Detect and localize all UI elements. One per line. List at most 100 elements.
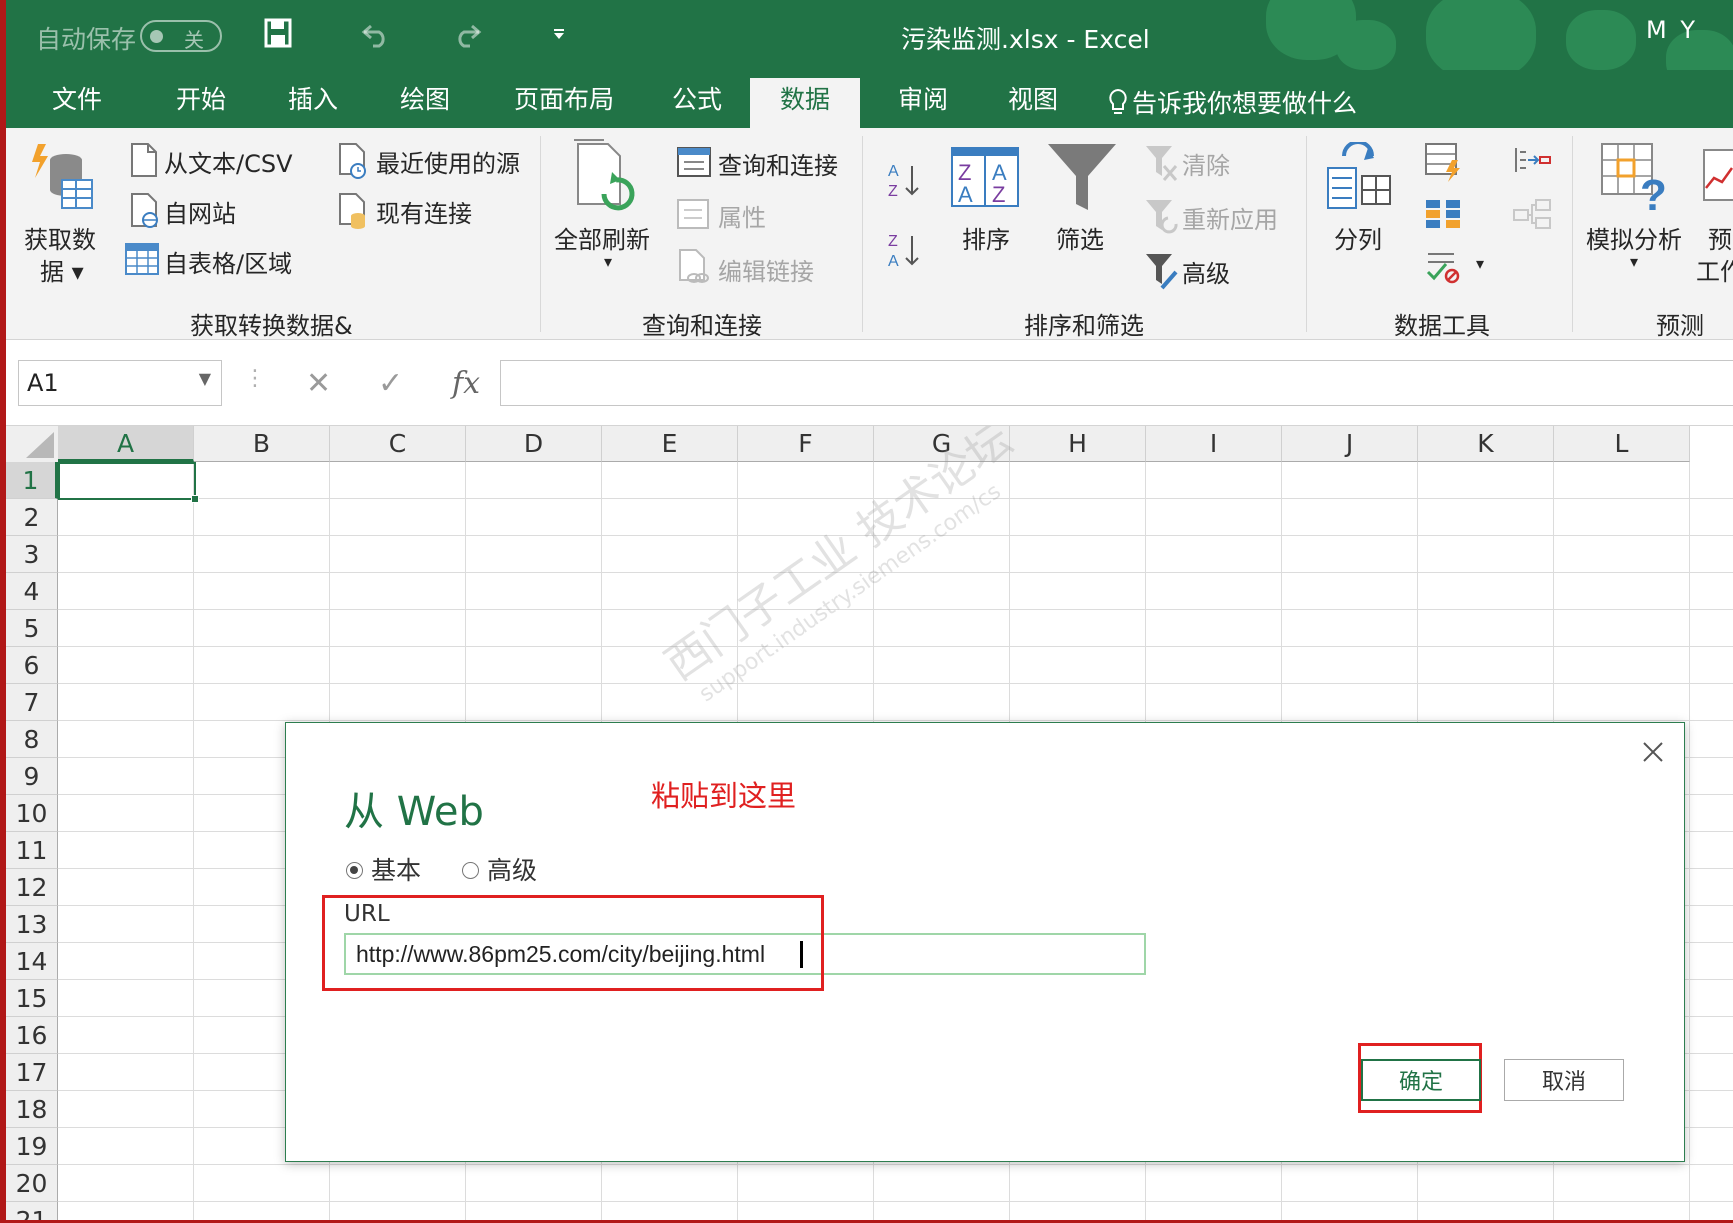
lightbulb-icon [1109,88,1127,114]
radio-unselected-icon [462,861,479,879]
chevron-down-icon[interactable]: ▼ [199,369,211,388]
formula-bar: A1 ▼ ⋮ ✕ ✓ fx [6,340,1733,426]
row-header[interactable]: 3 [6,536,58,573]
column-header[interactable]: H [1010,426,1146,462]
select-all-icon[interactable] [6,426,58,462]
row-header[interactable]: 14 [6,943,58,980]
row-header[interactable]: 8 [6,721,58,758]
selected-cell[interactable] [58,462,199,503]
tab-data[interactable]: 数据 [750,78,860,128]
clear-filter-icon [1146,146,1178,181]
column-header[interactable]: L [1554,426,1690,462]
autosave-toggle[interactable]: 关 [140,20,222,52]
group-separator [1306,136,1307,332]
radio-basic[interactable]: 基本 [346,851,421,887]
column-header[interactable]: C [330,426,466,462]
column-header[interactable]: I [1146,426,1282,462]
column-header[interactable]: F [738,426,874,462]
column-header[interactable]: A [58,426,194,462]
chevron-down-icon: ▾ [1630,252,1639,271]
row-header[interactable]: 6 [6,647,58,684]
sort-descending-icon[interactable]: Z A [886,230,922,270]
name-box[interactable]: A1 ▼ [18,360,222,406]
row-header[interactable]: 10 [6,795,58,832]
row-header[interactable]: 7 [6,684,58,721]
customize-toolbar-icon[interactable] [552,28,566,40]
radio-advanced[interactable]: 高级 [462,851,537,887]
row-header[interactable]: 18 [6,1091,58,1128]
background-decoration [1426,0,1536,70]
row-header[interactable]: 16 [6,1017,58,1054]
svg-text:?: ? [1640,171,1667,212]
existing-connections-icon [339,193,365,229]
row-header[interactable]: 4 [6,573,58,610]
data-validation-icon[interactable] [1424,248,1462,284]
save-icon[interactable] [264,18,292,48]
fill-handle[interactable] [191,495,199,503]
group-separator [862,136,863,332]
row-header[interactable]: 15 [6,980,58,1017]
refresh-all-label: 全部刷新 [554,226,650,254]
user-initials[interactable]: M Y [1646,16,1698,44]
recent-sources-icon [339,143,366,179]
tab-page-layout[interactable]: 页面布局 [500,78,628,128]
column-header[interactable]: J [1282,426,1418,462]
remove-duplicates-icon[interactable] [1424,196,1462,232]
tab-review[interactable]: 审阅 [884,78,962,128]
autosave-label: 自动保存 [36,25,137,54]
toggle-knob [150,30,163,43]
watermark: 西门子工业 技术论坛 support.industry.siemens.com/… [650,426,1037,713]
row-header[interactable]: 1 [6,462,58,499]
row-header[interactable]: 20 [6,1165,58,1202]
row-header[interactable]: 21 [6,1202,58,1220]
tab-formulas[interactable]: 公式 [658,78,736,128]
row-header[interactable]: 19 [6,1128,58,1165]
edit-links-icon [679,249,709,283]
row-header[interactable]: 11 [6,832,58,869]
row-header[interactable]: 5 [6,610,58,647]
column-header[interactable]: B [194,426,330,462]
watermark-main: 西门子工业 技术论坛 [656,426,1022,691]
chevron-down-icon[interactable]: ▾ [1476,254,1484,273]
tab-draw[interactable]: 绘图 [386,78,464,128]
column-header[interactable]: D [466,426,602,462]
tell-me-search[interactable]: 告诉我你想要做什么 [1108,84,1357,120]
ok-button[interactable]: 确定 [1361,1059,1481,1101]
radio-basic-label: 基本 [371,856,422,885]
row-header[interactable]: 12 [6,869,58,906]
from-table-label: 自表格/区域 [164,250,293,278]
what-if-analysis-label: 模拟分析 [1586,226,1682,254]
row-header[interactable]: 17 [6,1054,58,1091]
dialog-title: 从 Web [344,789,484,835]
row-header[interactable]: 9 [6,758,58,795]
row-header[interactable]: 13 [6,906,58,943]
formula-input[interactable] [500,360,1733,406]
tab-insert[interactable]: 插入 [274,78,352,128]
column-header[interactable]: K [1418,426,1554,462]
ribbon-tabs: 文件 开始 插入 绘图 页面布局 公式 数据 审阅 视图 告诉我你想要做什么 [6,70,1733,128]
cancel-button[interactable]: 取消 [1504,1059,1624,1101]
undo-icon[interactable] [361,20,391,48]
reapply-icon [1146,200,1178,234]
relationships-icon [1513,199,1551,229]
consolidate-icon[interactable] [1512,144,1552,176]
group-label-get-transform: 获取转换数据& [190,312,353,340]
flash-fill-icon[interactable] [1424,142,1462,182]
more-options-icon[interactable]: ⋮ [244,366,266,391]
close-icon[interactable] [1638,737,1668,767]
svg-text:Z: Z [992,182,1005,207]
recent-sources-label: 最近使用的源 [376,150,520,178]
tab-file[interactable]: 文件 [38,78,116,128]
column-header[interactable]: E [602,426,738,462]
tab-view[interactable]: 视图 [994,78,1072,128]
svg-text:A: A [888,163,899,180]
cancel-entry-icon[interactable]: ✕ [306,366,331,401]
row-header[interactable]: 2 [6,499,58,536]
tab-home[interactable]: 开始 [162,78,240,128]
confirm-entry-icon[interactable]: ✓ [378,366,403,401]
group-label-sort-filter: 排序和筛选 [1024,312,1144,340]
insert-function-icon[interactable]: fx [452,366,480,401]
sort-ascending-icon[interactable]: A Z [886,160,922,200]
radio-advanced-label: 高级 [487,856,538,885]
redo-icon[interactable] [452,20,482,48]
